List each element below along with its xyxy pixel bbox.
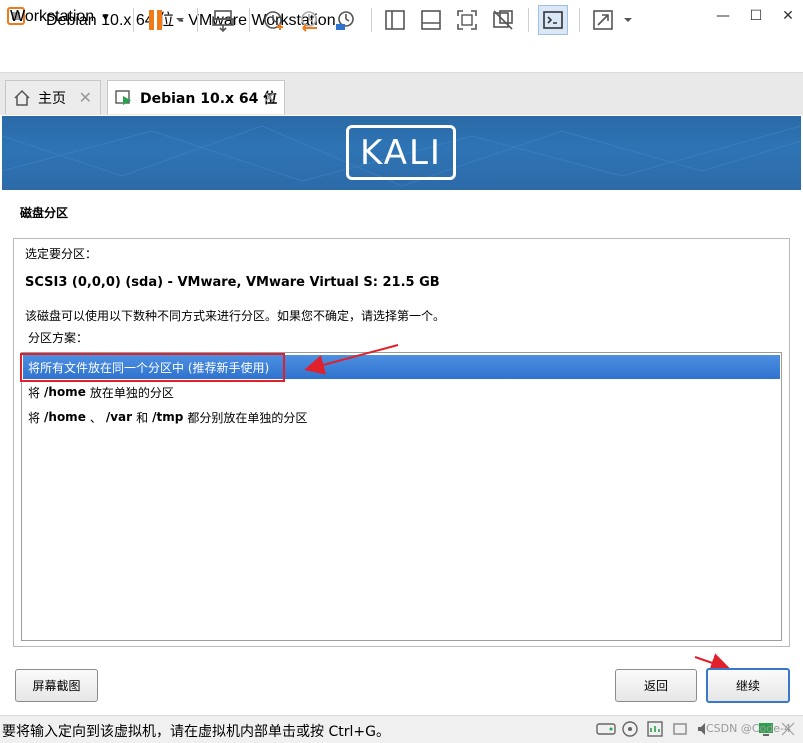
option-path: /var xyxy=(105,410,133,424)
option-text: 将 xyxy=(28,385,41,400)
toolbar-divider xyxy=(197,8,198,32)
screenshot-button[interactable]: 屏幕截图 xyxy=(15,669,98,702)
stretch-icon xyxy=(593,10,632,30)
partition-hint: 该磁盘可以使用以下数种不同方式来进行分区。如果您不确定，请选择第一个。 xyxy=(25,309,446,323)
home-icon xyxy=(13,89,31,107)
pause-icon xyxy=(149,10,184,30)
scheme-label: 分区方案： xyxy=(28,331,89,345)
usb-device-icon[interactable] xyxy=(670,719,690,739)
close-button[interactable]: ✕ xyxy=(773,4,803,28)
minimize-button[interactable]: — xyxy=(708,4,738,28)
maximize-button[interactable]: ☐ xyxy=(741,4,771,28)
toolbar-divider xyxy=(371,8,372,32)
minimize-icon: — xyxy=(716,8,730,24)
option-text: 将 xyxy=(28,410,41,425)
tab-home-label: 主页 xyxy=(38,90,66,107)
toolbar-divider xyxy=(249,8,250,32)
snapshot-revert-icon xyxy=(301,11,317,32)
fullscreen-button[interactable] xyxy=(454,7,480,33)
option-text: 都分别放在单独的分区 xyxy=(187,410,308,425)
close-icon: ✕ xyxy=(782,8,794,24)
unity-icon xyxy=(493,10,513,30)
watermark: CSDN @Code-4 xyxy=(706,722,791,735)
chevron-down-icon: ▾ xyxy=(102,9,109,24)
option-path: /home xyxy=(44,385,86,399)
highlight-box xyxy=(20,353,285,382)
thumbnail-bar-button[interactable] xyxy=(418,7,444,33)
sidebar-toggle-icon xyxy=(385,10,405,30)
toolbar-divider xyxy=(528,8,529,32)
fullscreen-icon xyxy=(457,10,477,30)
send-ctrl-alt-del-button[interactable] xyxy=(210,7,236,33)
toolbar xyxy=(0,33,803,72)
page-title: 磁盘分区 xyxy=(20,206,69,220)
snapshot-manager-icon xyxy=(336,11,354,30)
console-view-button[interactable] xyxy=(538,5,568,35)
vm-running-icon xyxy=(115,89,133,107)
close-icon[interactable]: ✕ xyxy=(79,88,92,107)
workstation-menu[interactable]: Workstation ▾ xyxy=(10,8,109,26)
option-path: /tmp xyxy=(152,410,184,424)
close-icon[interactable]: ✕ xyxy=(263,88,276,107)
status-text: 要将输入定向到该虚拟机，请在虚拟机内部单击或按 Ctrl+G。 xyxy=(2,724,390,740)
sidebar-toggle-button[interactable] xyxy=(382,7,408,33)
thumbnail-bar-icon xyxy=(421,10,441,30)
back-button[interactable]: 返回 xyxy=(615,669,697,702)
hard-disk-icon[interactable] xyxy=(596,719,616,739)
list-item-separate-home-var-tmp[interactable]: 将/home、/var 和/tmp 都分别放在单独的分区 xyxy=(23,405,780,429)
list-item-separate-home[interactable]: 将/home 放在单独的分区 xyxy=(23,380,780,404)
send-ctrl-alt-del-icon xyxy=(212,10,234,32)
maximize-icon: ☐ xyxy=(749,8,763,24)
snapshot-manager-button[interactable] xyxy=(332,7,358,33)
tab-home[interactable]: 主页 ✕ xyxy=(5,80,101,114)
option-text: 、 xyxy=(89,410,102,425)
workstation-menu-label: Workstation xyxy=(10,8,95,25)
option-text: 和 xyxy=(136,410,149,425)
option-text: 放在单独的分区 xyxy=(89,385,174,400)
option-path: /home xyxy=(44,410,86,424)
stretch-button[interactable] xyxy=(590,7,636,33)
tab-debian-vm[interactable]: Debian 10.x 64 位 ✕ xyxy=(107,80,285,114)
network-adapter-icon[interactable] xyxy=(645,719,665,739)
disk-name: SCSI3 (0,0,0) (sda) - VMware, VMware Vir… xyxy=(25,275,440,290)
pause-button[interactable] xyxy=(143,7,187,33)
kali-logo: KALI xyxy=(346,125,456,180)
snapshot-revert-button[interactable] xyxy=(296,7,322,33)
tab-vm-label: Debian 10.x 64 位 xyxy=(140,90,278,107)
snapshot-take-button[interactable] xyxy=(260,7,286,33)
cd-dvd-icon[interactable] xyxy=(620,719,640,739)
toolbar-divider xyxy=(133,8,134,32)
continue-button[interactable]: 继续 xyxy=(706,668,790,703)
unity-button[interactable] xyxy=(490,7,516,33)
console-icon xyxy=(543,11,563,29)
toolbar-divider xyxy=(579,8,580,32)
snapshot-take-icon xyxy=(264,11,283,30)
select-label: 选定要分区： xyxy=(25,247,98,261)
